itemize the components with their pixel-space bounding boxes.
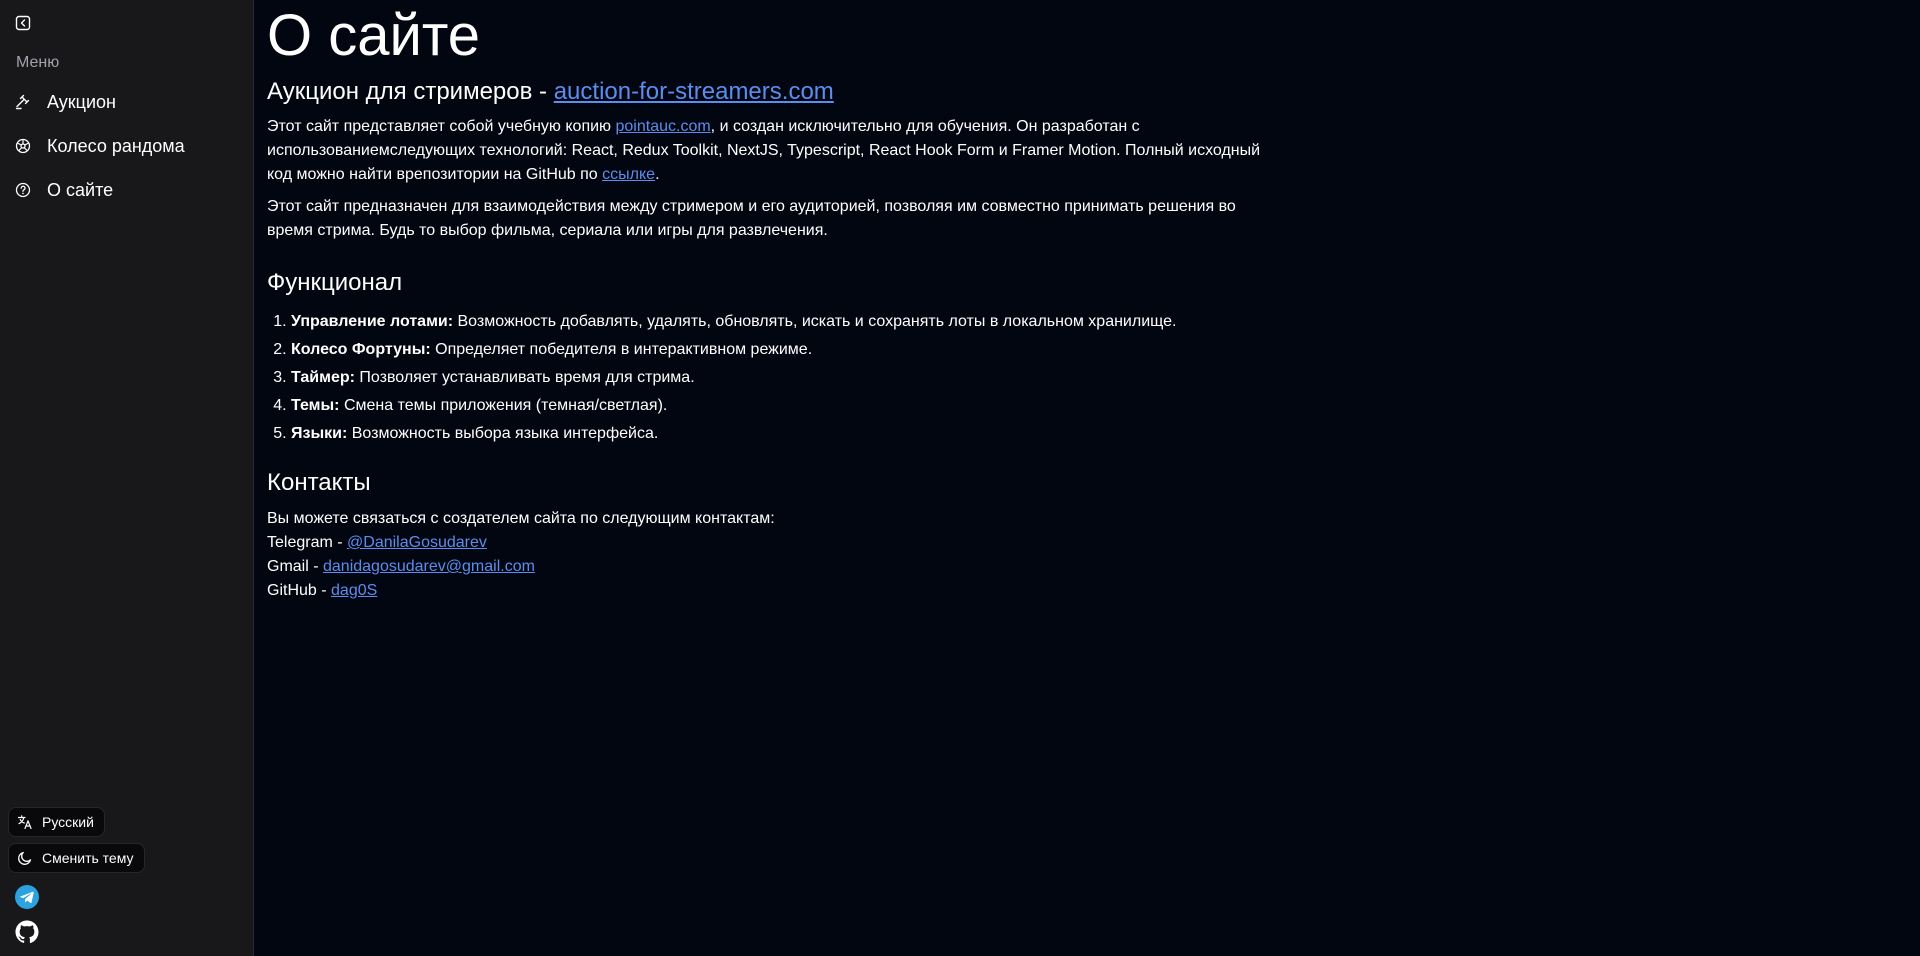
menu-label: Меню: [16, 54, 60, 71]
feature-text: Смена темы приложения (темная/светлая).: [339, 397, 668, 414]
translate-icon: [17, 814, 33, 830]
sidebar-item-label: Аукцион: [47, 91, 116, 112]
sidebar: Меню Аукцион Колесо рандома О сайте Русс…: [0, 0, 254, 956]
sidebar-item-label: О сайте: [47, 179, 114, 200]
intro-text-3: .: [655, 166, 660, 183]
contact-label: GitHub -: [267, 582, 332, 599]
contacts-block: Вы можете связаться с создателем сайта п…: [267, 507, 775, 603]
feature-text: Возможность добавлять, удалять, обновлят…: [453, 313, 1177, 330]
feature-name: Управление лотами:: [291, 313, 454, 330]
feature-name: Колесо Фортуны:: [291, 341, 431, 358]
telegram-icon[interactable]: [15, 885, 39, 909]
gmail-link[interactable]: danidagosudarev@gmail.com: [323, 558, 535, 575]
theme-label: Сменить тему: [42, 850, 134, 866]
features-list: Управление лотами: Возможность добавлять…: [267, 308, 1176, 448]
contacts-title: Контакты: [267, 469, 371, 496]
github-repo-link[interactable]: ссылке: [602, 166, 655, 183]
features-title: Функционал: [267, 269, 403, 296]
language-button[interactable]: Русский: [8, 807, 105, 837]
intro-text-1: Этот сайт представляет собой учебную коп…: [267, 118, 616, 135]
sidebar-nav: Аукцион Колесо рандома О сайте: [0, 80, 254, 212]
feature-name: Языки:: [291, 425, 348, 442]
contact-label: Gmail -: [267, 558, 323, 575]
contacts-intro: Вы можете связаться с создателем сайта п…: [267, 510, 775, 527]
feature-name: Таймер:: [291, 369, 355, 386]
contact-row-gmail: Gmail - danidagosudarev@gmail.com: [267, 555, 775, 579]
feature-text: Позволяет устанавливать время для стрима…: [354, 369, 695, 386]
pointauc-link[interactable]: pointauc.com: [616, 118, 711, 135]
app-root: Меню Аукцион Колесо рандома О сайте Русс…: [0, 0, 1920, 956]
intro-paragraph: Этот сайт представляет собой учебную коп…: [267, 115, 1267, 187]
help-circle-icon: [15, 182, 31, 198]
sidebar-item-wheel[interactable]: Колесо рандома: [0, 124, 254, 168]
page-subtitle: Аукцион для стримеров - auction-for-stre…: [267, 77, 834, 107]
feature-text: Возможность выбора языка интерфейса.: [347, 425, 659, 442]
gavel-icon: [15, 94, 31, 110]
theme-toggle-button[interactable]: Сменить тему: [8, 843, 145, 873]
language-label: Русский: [42, 814, 94, 830]
list-item: Колесо Фортуны: Определяет победителя в …: [291, 336, 1176, 364]
subtitle-text: Аукцион для стримеров -: [267, 78, 554, 105]
contact-row-github: GitHub - dag0S: [267, 579, 775, 603]
moon-icon: [17, 850, 33, 866]
list-item: Таймер: Позволяет устанавливать время дл…: [291, 364, 1176, 392]
telegram-link[interactable]: @DanilaGosudarev: [347, 534, 487, 551]
feature-text: Определяет победителя в интерактивном ре…: [430, 341, 813, 358]
site-link[interactable]: auction-for-streamers.com: [554, 78, 834, 105]
list-item: Языки: Возможность выбора языка интерфей…: [291, 420, 1176, 448]
page-title: О сайте: [267, 3, 481, 68]
collapse-sidebar-icon[interactable]: [15, 15, 31, 31]
feature-name: Темы:: [291, 397, 340, 414]
contact-row-telegram: Telegram - @DanilaGosudarev: [267, 531, 775, 555]
contact-label: Telegram -: [267, 534, 348, 551]
sidebar-item-label: Колесо рандома: [47, 135, 185, 156]
list-item: Управление лотами: Возможность добавлять…: [291, 308, 1176, 336]
wheel-icon: [15, 138, 31, 154]
sidebar-bottom-controls: Русский Сменить тему: [8, 807, 145, 879]
main-content: О сайте Аукцион для стримеров - auction-…: [254, 0, 1920, 956]
purpose-paragraph: Этот сайт предназначен для взаимодействи…: [267, 198, 1236, 239]
list-item: Темы: Смена темы приложения (темная/свет…: [291, 392, 1176, 420]
github-icon[interactable]: [15, 920, 39, 944]
sidebar-item-auction[interactable]: Аукцион: [0, 80, 254, 124]
sidebar-item-about[interactable]: О сайте: [0, 168, 254, 212]
github-link[interactable]: dag0S: [331, 582, 377, 599]
